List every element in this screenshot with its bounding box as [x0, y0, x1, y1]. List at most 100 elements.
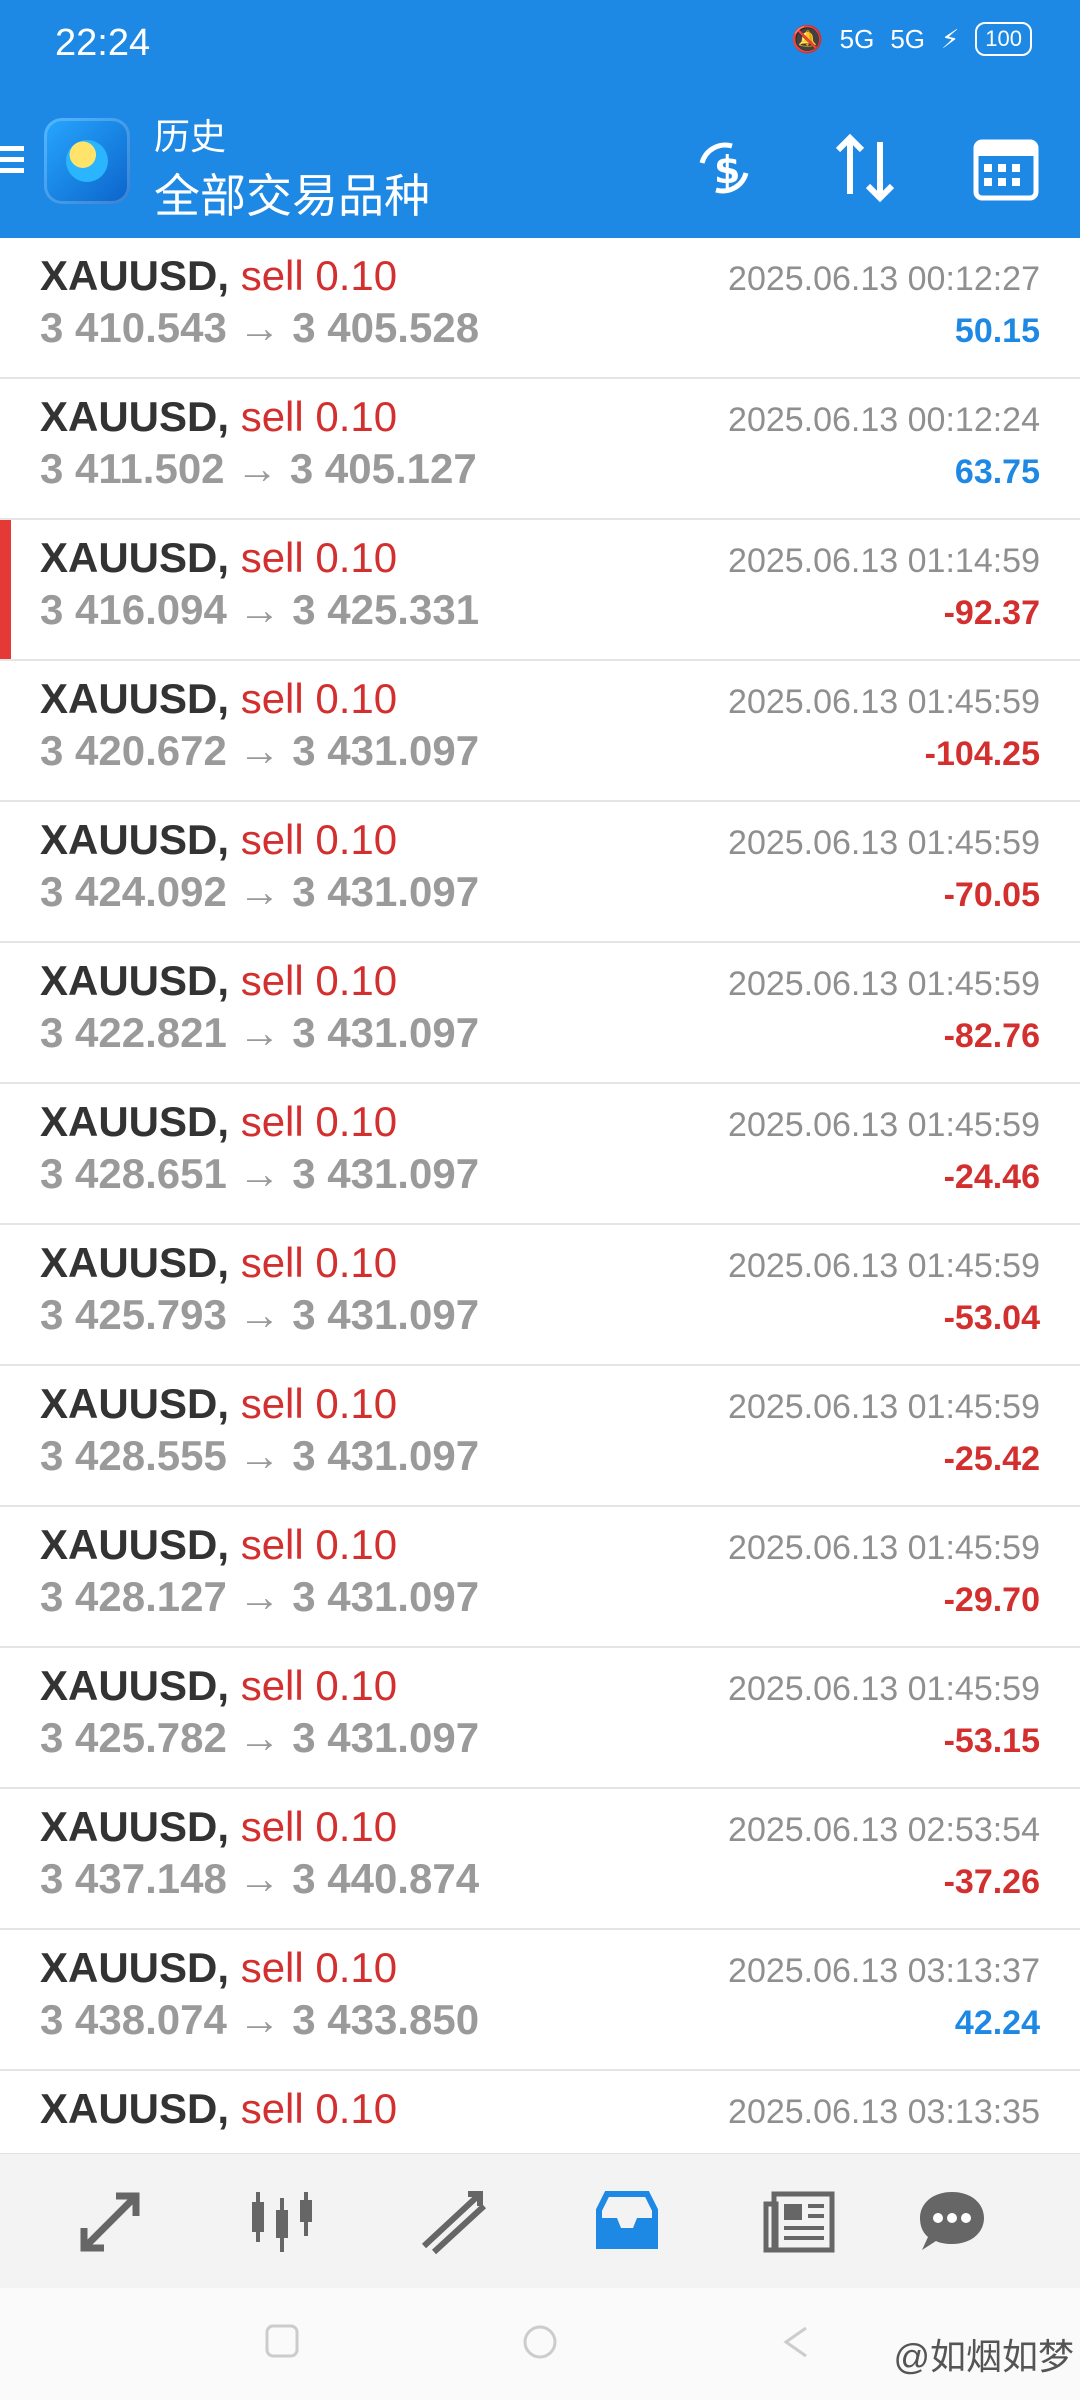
chat-tab-icon[interactable]	[912, 2182, 992, 2262]
trade-time: 2025.06.13 03:13:35	[728, 2093, 1040, 2131]
trade-time: 2025.06.13 02:53:54	[728, 1811, 1040, 1849]
open-price: 3 410.543	[40, 304, 227, 351]
trade-symbol: XAUUSD,	[40, 1662, 230, 1709]
trade-action: sell 0.10	[240, 1239, 398, 1286]
back-icon[interactable]	[776, 2322, 816, 2362]
trade-tab-icon[interactable]	[414, 2182, 494, 2262]
page-title[interactable]: 全部交易品种	[154, 160, 430, 226]
status-icons: 🔕 5G 5G ⚡ 100	[791, 22, 1032, 56]
trade-action: sell 0.10	[240, 1662, 398, 1709]
trade-row-partial[interactable]: XAUUSD, sell 0.10 2025.06.13 03:13:35	[0, 2071, 1080, 2153]
trade-symbol: XAUUSD,	[40, 534, 230, 581]
trade-action: sell 0.10	[240, 1521, 398, 1568]
trade-action: sell 0.10	[240, 1380, 398, 1427]
app-logo	[44, 118, 130, 204]
trade-row[interactable]: XAUUSD, sell 0.10 3 438.074 → 3 433.850 …	[0, 1930, 1080, 2071]
trade-row[interactable]: XAUUSD, sell 0.10 3 425.793 → 3 431.097 …	[0, 1225, 1080, 1366]
trade-action: sell 0.10	[240, 2085, 398, 2132]
open-price: 3 428.651	[40, 1150, 227, 1197]
trade-time: 2025.06.13 01:45:59	[728, 824, 1040, 862]
calendar-icon[interactable]	[966, 128, 1046, 208]
open-price: 3 425.782	[40, 1714, 227, 1761]
trade-row[interactable]: XAUUSD, sell 0.10 3 428.127 → 3 431.097 …	[0, 1507, 1080, 1648]
open-price: 3 416.094	[40, 586, 227, 633]
open-price: 3 411.502	[40, 445, 225, 492]
open-price: 3 420.672	[40, 727, 227, 774]
open-price: 3 428.555	[40, 1432, 227, 1479]
close-price: 3 440.874	[292, 1855, 480, 1902]
trade-row[interactable]: XAUUSD, sell 0.10 3 428.555 → 3 431.097 …	[0, 1366, 1080, 1507]
trade-time: 2025.06.13 01:45:59	[728, 1106, 1040, 1144]
trade-time: 2025.06.13 00:12:27	[728, 260, 1040, 298]
trade-symbol: XAUUSD,	[40, 252, 230, 299]
trade-profit: -29.70	[943, 1581, 1040, 1619]
trade-symbol: XAUUSD,	[40, 1803, 230, 1850]
close-price: 3 431.097	[292, 1573, 480, 1620]
page-subtitle: 历史	[154, 116, 227, 157]
trade-profit: -53.04	[943, 1299, 1040, 1337]
trade-time: 2025.06.13 03:13:37	[728, 1952, 1040, 1990]
trade-profit: -53.15	[943, 1722, 1040, 1760]
chart-tab-icon[interactable]	[242, 2182, 322, 2262]
trade-action: sell 0.10	[240, 675, 398, 722]
trade-profit: 63.75	[954, 453, 1040, 491]
bottom-navigation	[0, 2153, 1080, 2289]
home-icon[interactable]	[520, 2322, 560, 2362]
trade-symbol: XAUUSD,	[40, 393, 230, 440]
quotes-tab-icon[interactable]	[70, 2182, 150, 2262]
recent-apps-icon[interactable]	[263, 2322, 303, 2362]
trade-profit: -25.42	[943, 1440, 1040, 1478]
trade-symbol: XAUUSD,	[40, 1098, 230, 1145]
menu-icon[interactable]	[0, 140, 28, 180]
trade-symbol: XAUUSD,	[40, 1521, 230, 1568]
trade-symbol: XAUUSD,	[40, 957, 230, 1004]
trade-profit: -104.25	[924, 735, 1040, 773]
trade-time: 2025.06.13 00:12:24	[728, 401, 1040, 439]
trade-row[interactable]: XAUUSD, sell 0.10 3 437.148 → 3 440.874 …	[0, 1789, 1080, 1930]
trade-history-list[interactable]: XAUUSD, sell 0.10 3 410.543 → 3 405.528 …	[0, 238, 1080, 2153]
open-price: 3 422.821	[40, 1009, 227, 1056]
currency-filter-icon[interactable]: $	[684, 128, 764, 208]
mute-icon: 🔕	[791, 23, 824, 54]
trade-action: sell 0.10	[240, 252, 398, 299]
sort-icon[interactable]	[826, 128, 906, 208]
trade-time: 2025.06.13 01:45:59	[728, 1670, 1040, 1708]
history-tab-icon[interactable]	[587, 2182, 667, 2262]
close-price: 3 431.097	[292, 1714, 480, 1761]
trade-row[interactable]: XAUUSD, sell 0.10 3 411.502 → 3 405.127 …	[0, 379, 1080, 520]
open-price: 3 438.074	[40, 1996, 227, 2043]
signal-5g-label-2: 5G	[890, 23, 926, 54]
trade-symbol: XAUUSD,	[40, 2085, 230, 2132]
close-price: 3 405.127	[289, 445, 477, 492]
trade-action: sell 0.10	[240, 393, 398, 440]
battery-level: 100	[975, 22, 1032, 56]
trade-row[interactable]: XAUUSD, sell 0.10 3 425.782 → 3 431.097 …	[0, 1648, 1080, 1789]
trade-symbol: XAUUSD,	[40, 1944, 230, 1991]
trade-symbol: XAUUSD,	[40, 1239, 230, 1286]
trade-action: sell 0.10	[240, 957, 398, 1004]
trade-action: sell 0.10	[240, 816, 398, 863]
trade-time: 2025.06.13 01:45:59	[728, 965, 1040, 1003]
trade-symbol: XAUUSD,	[40, 675, 230, 722]
close-price: 3 431.097	[292, 1150, 480, 1197]
trade-time: 2025.06.13 01:14:59	[728, 542, 1040, 580]
trade-row-selected[interactable]: XAUUSD, sell 0.10 3 416.094 → 3 425.331 …	[0, 520, 1080, 661]
trade-profit: -92.37	[943, 594, 1040, 632]
trade-profit: 50.15	[954, 312, 1040, 350]
trade-profit: -82.76	[943, 1017, 1040, 1055]
charging-icon: ⚡	[941, 23, 960, 54]
close-price: 3 405.528	[292, 304, 480, 351]
trade-row[interactable]: XAUUSD, sell 0.10 3 410.543 → 3 405.528 …	[0, 238, 1080, 379]
status-time: 22:24	[55, 22, 151, 64]
trade-profit: 42.24	[954, 2004, 1040, 2042]
close-price: 3 431.097	[292, 727, 480, 774]
trade-row[interactable]: XAUUSD, sell 0.10 3 428.651 → 3 431.097 …	[0, 1084, 1080, 1225]
trade-row[interactable]: XAUUSD, sell 0.10 3 422.821 → 3 431.097 …	[0, 943, 1080, 1084]
svg-text:$: $	[714, 148, 740, 192]
news-tab-icon[interactable]	[760, 2182, 840, 2262]
trade-action: sell 0.10	[240, 1098, 398, 1145]
trade-profit: -70.05	[943, 876, 1040, 914]
trade-action: sell 0.10	[240, 1803, 398, 1850]
trade-row[interactable]: XAUUSD, sell 0.10 3 424.092 → 3 431.097 …	[0, 802, 1080, 943]
trade-row[interactable]: XAUUSD, sell 0.10 3 420.672 → 3 431.097 …	[0, 661, 1080, 802]
